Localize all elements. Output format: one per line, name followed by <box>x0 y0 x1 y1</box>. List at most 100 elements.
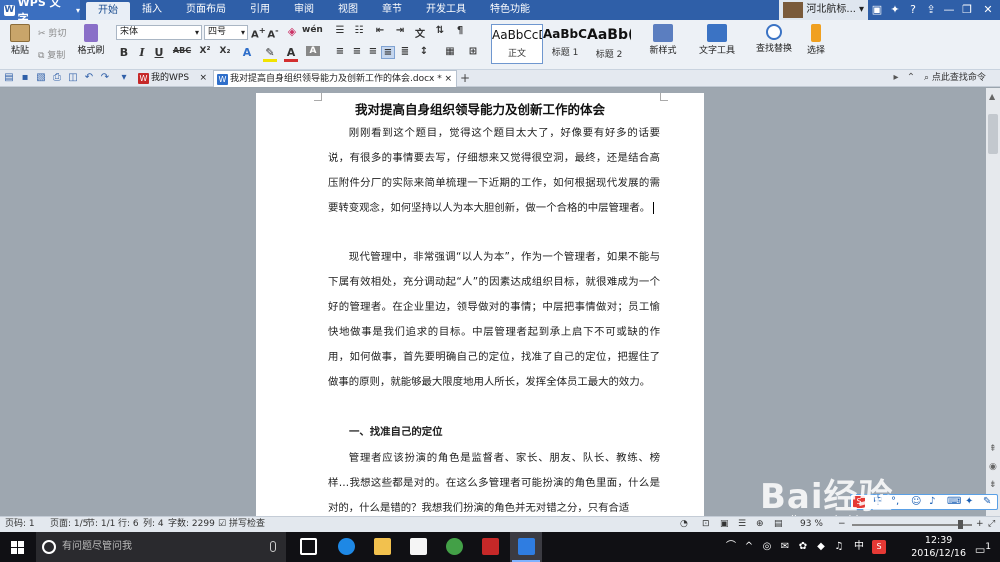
collapse-icon[interactable]: ⌃ <box>905 72 917 84</box>
find-replace-button[interactable]: 查找替换 <box>750 22 798 54</box>
scroll-thumb[interactable] <box>988 114 998 154</box>
new-style-button[interactable]: 新样式 <box>644 22 682 56</box>
page-view-icon[interactable]: ▣ <box>720 517 729 532</box>
underline-button[interactable]: U <box>152 46 166 59</box>
menu-tab[interactable]: 视图 <box>326 0 370 20</box>
menu-tab[interactable]: 开始 <box>86 2 130 20</box>
status-page-number[interactable]: 页码: 1 <box>5 517 35 532</box>
tray-app-icon[interactable]: ◎ <box>760 540 774 554</box>
minimize-button[interactable]: — <box>940 0 958 20</box>
wechat-icon[interactable]: ✉ <box>778 540 792 554</box>
zoom-slider[interactable] <box>852 524 972 526</box>
clear-format-icon[interactable]: ◈ <box>285 25 299 38</box>
protect-icon[interactable]: ◔ <box>680 517 688 532</box>
zoom-level[interactable]: 93 % <box>800 517 823 532</box>
doc-info-icon[interactable]: ▸ <box>890 72 902 84</box>
menu-tab[interactable]: 审阅 <box>282 0 326 20</box>
notification-button[interactable]: ▭1 <box>972 540 994 557</box>
customize-icon[interactable]: ▾ <box>118 72 130 84</box>
strikethrough-button[interactable]: ABC <box>172 46 192 55</box>
undo-icon[interactable]: ↶ <box>83 72 95 84</box>
shirt-icon[interactable]: ✦ <box>886 0 904 20</box>
highlight-icon[interactable]: ✎ <box>263 46 277 62</box>
redo-icon[interactable]: ↷ <box>99 72 111 84</box>
status-word-count[interactable]: 字数: 2299 <box>168 517 215 532</box>
print-icon[interactable]: ⎙ <box>51 72 63 84</box>
subscript-button[interactable]: X₂ <box>217 46 233 56</box>
align-right-icon[interactable]: ≡ <box>366 46 380 57</box>
document-page[interactable]: 我对提高自身组织领导能力及创新工作的体会 刚刚看到这个题目，觉得这个题目太大了，… <box>256 93 704 516</box>
numbering-icon[interactable]: ☷ <box>352 25 366 36</box>
text-effect-icon[interactable]: A <box>240 46 254 59</box>
read-view-icon[interactable]: ▤ <box>774 517 783 532</box>
zoom-out-icon[interactable]: − <box>838 517 846 532</box>
fullscreen-icon[interactable]: ⊡ <box>702 517 710 532</box>
grow-font-icon[interactable]: A+ <box>251 25 266 40</box>
line-spacing-icon[interactable]: ↕ <box>417 46 431 57</box>
style-normal[interactable]: AaBbCcDd 正文 <box>491 24 543 64</box>
pdf-icon[interactable]: ▧ <box>35 72 47 84</box>
paragraph[interactable]: 刚刚看到这个题目，觉得这个题目太大了，好像要有好多的话要说，有很多的事情要去写，… <box>328 121 660 221</box>
show-marks-icon[interactable]: ¶ <box>453 25 467 36</box>
copy-button[interactable]: ⧉ 复制 <box>38 48 65 61</box>
outline-view-icon[interactable]: ☰ <box>738 517 746 532</box>
preview-icon[interactable]: ◫ <box>67 72 79 84</box>
shrink-font-icon[interactable]: A- <box>266 25 280 40</box>
font-size-select[interactable]: 四号 ▾ <box>204 25 248 40</box>
new-tab-icon[interactable]: + <box>459 72 471 84</box>
skin-icon[interactable]: ▣ <box>868 0 886 20</box>
menu-tab[interactable]: 引用 <box>238 0 282 20</box>
superscript-button[interactable]: X² <box>197 46 213 56</box>
style-heading-2[interactable]: AaBb( 标题 2 <box>587 24 631 64</box>
app-button[interactable] <box>474 532 506 562</box>
style-heading-1[interactable]: AaBbCc 标题 1 <box>543 24 587 64</box>
command-search[interactable]: ⌕ 点此查找命令 <box>924 70 986 87</box>
fit-icon[interactable]: ⤢ <box>988 517 995 532</box>
paragraph[interactable]: 现代管理中，非常强调“以人为本”，作为一个管理者，如果不能与下属有效相处，充分调… <box>328 245 660 395</box>
close-icon[interactable]: × <box>199 70 207 87</box>
distribute-icon[interactable]: ≣ <box>398 46 412 57</box>
font-color-icon[interactable]: A <box>284 46 298 62</box>
cut-button[interactable]: ✂ 剪切 <box>38 26 66 39</box>
align-center-icon[interactable]: ≡ <box>350 46 364 57</box>
menu-tab[interactable]: 插入 <box>130 0 174 20</box>
cortana-search[interactable]: 有问题尽管问我 <box>36 532 286 562</box>
borders-icon[interactable]: ⊞ <box>466 46 480 57</box>
align-left-icon[interactable]: ≡ <box>333 46 347 57</box>
volume-icon[interactable]: ♫ <box>832 540 846 554</box>
help-icon[interactable]: ? <box>904 0 922 20</box>
explorer-button[interactable] <box>366 532 398 562</box>
section-heading[interactable]: 一、找准自己的定位 <box>349 420 681 445</box>
menu-tab[interactable]: 开发工具 <box>414 0 478 20</box>
clock[interactable]: 12:39 2016/12/16 <box>911 534 966 560</box>
close-button[interactable]: ✕ <box>976 0 1000 20</box>
document-title[interactable]: 我对提高自身组织领导能力及创新工作的体会 <box>256 99 704 118</box>
wps-taskbar-button[interactable] <box>510 532 542 562</box>
chinese-layout-icon[interactable]: 文 <box>413 25 427 40</box>
tray-app-icon[interactable]: ◆ <box>814 540 828 554</box>
select-button[interactable]: 选择 <box>800 22 832 56</box>
zoom-slider-handle[interactable] <box>958 520 963 529</box>
share-icon[interactable]: ⇪ <box>922 0 940 20</box>
bullets-icon[interactable]: ☰ <box>333 25 347 36</box>
paste-button[interactable]: 粘贴 <box>4 22 36 56</box>
justify-icon[interactable]: ≡ <box>381 46 395 59</box>
show-hidden-icon[interactable]: ^ <box>742 540 756 554</box>
app-menu-button[interactable]: W WPS 文字 ▾ <box>0 0 80 25</box>
network-icon[interactable]: ⌒ <box>724 540 738 554</box>
vertical-scrollbar[interactable]: ▲ ⇞ ◉ ⇟ <box>986 88 1000 516</box>
decrease-indent-icon[interactable]: ⇤ <box>373 25 387 36</box>
web-view-icon[interactable]: ⊕ <box>756 517 764 532</box>
edge-button[interactable] <box>330 532 362 562</box>
bold-button[interactable]: B <box>117 46 131 59</box>
microphone-icon[interactable] <box>270 541 276 552</box>
format-painter-button[interactable]: 格式刷 <box>74 22 108 56</box>
menu-tab[interactable]: 特色功能 <box>478 0 542 20</box>
text-tools-button[interactable]: 文字工具 <box>694 22 740 56</box>
close-icon[interactable]: × <box>444 71 452 88</box>
store-button[interactable] <box>402 532 434 562</box>
menu-tab[interactable]: 页面布局 <box>174 0 238 20</box>
font-name-select[interactable]: 宋体 ▾ <box>116 25 202 40</box>
shading-icon[interactable]: ▦ <box>443 46 457 57</box>
sort-icon[interactable]: ⇅ <box>433 25 447 36</box>
